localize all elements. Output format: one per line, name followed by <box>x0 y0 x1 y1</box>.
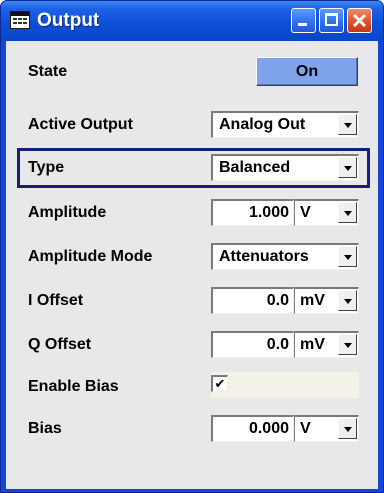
close-button[interactable] <box>347 8 372 33</box>
bias-value: 0.000 <box>248 420 289 437</box>
app-icon[interactable] <box>10 11 30 29</box>
chevron-down-icon[interactable] <box>338 114 357 135</box>
chevron-down-icon[interactable] <box>338 334 357 355</box>
focus-frame <box>17 148 370 188</box>
i-offset-label: I Offset <box>28 292 84 309</box>
bias-label: Bias <box>28 420 62 437</box>
active-output-label: Active Output <box>28 116 133 133</box>
maximize-button[interactable] <box>319 8 344 33</box>
amplitude-mode-value: Attenuators <box>219 248 309 265</box>
chevron-down-icon[interactable] <box>338 202 357 223</box>
row-q-offset: Q Offset 0.0 mV <box>6 328 378 362</box>
row-state: State On <box>6 55 378 89</box>
amplitude-label: Amplitude <box>28 204 107 221</box>
amplitude-mode-label: Amplitude Mode <box>28 248 153 265</box>
amplitude-input[interactable]: 1.000 <box>211 199 294 226</box>
output-window: Output State On Active Output Analog Out <box>0 0 384 493</box>
window-title: Output <box>37 10 100 31</box>
active-output-select[interactable]: Analog Out <box>211 111 359 138</box>
enable-bias-checkbox[interactable]: ✔ <box>211 375 228 392</box>
row-i-offset: I Offset 0.0 mV <box>6 284 378 318</box>
output-panel: State On Active Output Analog Out Type B… <box>6 41 378 489</box>
q-offset-unit: mV <box>300 336 325 353</box>
q-offset-input[interactable]: 0.0 <box>211 331 294 358</box>
bias-unit: V <box>300 420 311 437</box>
maximize-icon <box>325 13 338 26</box>
q-offset-value: 0.0 <box>266 336 289 353</box>
amplitude-unit: V <box>300 204 311 221</box>
i-offset-unit: mV <box>300 292 325 309</box>
active-output-value: Analog Out <box>219 116 306 133</box>
amplitude-mode-select[interactable]: Attenuators <box>211 243 359 270</box>
i-offset-value: 0.0 <box>266 292 289 309</box>
close-icon <box>352 13 367 28</box>
i-offset-input[interactable]: 0.0 <box>211 287 294 314</box>
checkmark-icon: ✔ <box>214 376 226 391</box>
minimize-button[interactable] <box>291 8 316 33</box>
bias-unit-select[interactable]: V <box>294 415 359 442</box>
amplitude-unit-select[interactable]: V <box>294 199 359 226</box>
chevron-down-icon[interactable] <box>338 246 357 267</box>
enable-bias-field: ✔ <box>211 372 359 398</box>
enable-bias-label: Enable Bias <box>28 378 119 395</box>
row-amplitude-mode: Amplitude Mode Attenuators <box>6 240 378 274</box>
chevron-down-icon[interactable] <box>338 290 357 311</box>
bias-input[interactable]: 0.000 <box>211 415 294 442</box>
state-label: State <box>28 63 68 80</box>
row-amplitude: Amplitude 1.000 V <box>6 196 378 230</box>
minimize-icon <box>298 23 307 26</box>
q-offset-label: Q Offset <box>28 336 92 353</box>
state-on-button[interactable]: On <box>256 57 358 86</box>
amplitude-value: 1.000 <box>248 204 289 221</box>
i-offset-unit-select[interactable]: mV <box>294 287 359 314</box>
row-bias: Bias 0.000 V <box>6 412 378 446</box>
q-offset-unit-select[interactable]: mV <box>294 331 359 358</box>
chevron-down-icon[interactable] <box>338 418 357 439</box>
title-bar[interactable]: Output <box>1 1 383 41</box>
row-active-output: Active Output Analog Out <box>6 108 378 142</box>
row-enable-bias: Enable Bias ✔ <box>6 370 378 404</box>
